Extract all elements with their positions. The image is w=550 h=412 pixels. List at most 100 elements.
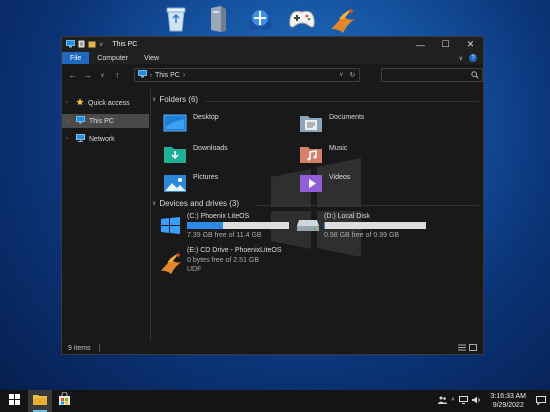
chevron-right-icon[interactable]: ›: [66, 136, 72, 142]
folder-label: Documents: [329, 114, 365, 121]
drive-free-space: 0 bytes free of 2.51 GB: [187, 257, 259, 264]
drive-filesystem: UDF: [187, 266, 202, 273]
folders-group-header[interactable]: ∨ Folders (6): [152, 95, 198, 104]
network-icon[interactable]: [244, 3, 275, 34]
address-separator[interactable]: ›: [150, 72, 152, 79]
people-icon[interactable]: [438, 396, 448, 406]
monitor-icon: [76, 116, 85, 126]
devices-heading: Devices and drives (3): [159, 199, 239, 208]
drive-d[interactable]: (D:) Local Disk 0.98 GB free of 0.99 GB: [296, 213, 436, 243]
group-divider: [206, 101, 479, 102]
sidebar-item-label: Quick access: [88, 99, 130, 107]
drive-e[interactable]: (E:) CD Drive - PhoenixLiteOS 0 bytes fr…: [159, 247, 319, 277]
drive-usage-bar: [324, 222, 426, 229]
window-title: This PC: [112, 41, 138, 48]
windows-drive-icon: [159, 215, 183, 239]
taskbar: ^ 3:16:33 AM 9/29/2022: [0, 390, 550, 412]
sidebar-item-quick-access[interactable]: › Quick access: [62, 96, 149, 110]
up-button[interactable]: ↑: [113, 70, 122, 80]
tab-computer[interactable]: Computer: [89, 52, 136, 64]
chevron-right-icon[interactable]: ›: [66, 118, 72, 124]
maximize-button[interactable]: ☐: [433, 37, 458, 52]
navigation-bar: ← → ∨ ↑ › This PC › ∨ ↻: [62, 64, 483, 86]
forward-button[interactable]: →: [83, 70, 92, 80]
star-icon: [76, 98, 84, 108]
documents-folder-icon: [299, 113, 323, 135]
title-bar[interactable]: ∨ This PC — ☐ ✕: [62, 37, 483, 52]
devices-group-header[interactable]: ∨ Devices and drives (3): [152, 199, 239, 208]
folder-label: Pictures: [193, 174, 219, 181]
help-icon[interactable]: ?: [469, 54, 477, 62]
drive-name: (C:) Phoenix LiteOS: [187, 213, 250, 220]
gamepad-icon[interactable]: [286, 3, 317, 34]
network-icon: [76, 134, 85, 144]
drive-name: (E:) CD Drive - PhoenixLiteOS: [187, 247, 282, 254]
back-button[interactable]: ←: [68, 70, 77, 80]
refresh-icon[interactable]: ↻: [349, 71, 355, 79]
system-tray: ^ 3:16:33 AM 9/29/2022: [438, 392, 550, 410]
folder-label: Desktop: [193, 114, 219, 121]
folder-desktop[interactable]: Desktop: [163, 113, 219, 135]
search-input[interactable]: [381, 68, 483, 82]
group-divider: [255, 205, 479, 206]
taskbar-file-explorer[interactable]: [28, 390, 52, 412]
store-bag-icon: [58, 391, 71, 410]
drive-c[interactable]: (C:) Phoenix LiteOS 7.39 GB free of 11.4…: [159, 213, 299, 243]
desktop-icons: [160, 3, 359, 34]
start-button[interactable]: [0, 390, 28, 412]
folder-pictures[interactable]: Pictures: [163, 173, 218, 195]
qa-dropdown-icon[interactable]: ∨: [99, 41, 103, 48]
downloads-folder-icon: [163, 144, 187, 166]
pictures-folder-icon: [163, 173, 187, 195]
status-separator: [98, 344, 100, 352]
folder-videos[interactable]: Videos: [299, 173, 350, 195]
phoenix-icon[interactable]: [328, 3, 359, 34]
file-explorer-icon: [33, 392, 47, 410]
sidebar-item-label: This PC: [89, 117, 114, 125]
action-center-icon[interactable]: [536, 395, 546, 407]
monitor-icon: [66, 39, 75, 50]
address-dropdown-icon[interactable]: ∨: [339, 71, 343, 79]
taskbar-store[interactable]: [52, 390, 76, 412]
music-folder-icon: [299, 144, 323, 166]
volume-icon[interactable]: [471, 396, 481, 406]
ribbon-expand-icon[interactable]: ∨: [459, 55, 463, 62]
folder-music[interactable]: Music: [299, 144, 347, 166]
drive-free-space: 0.98 GB free of 0.99 GB: [324, 232, 400, 239]
chevron-down-icon[interactable]: ∨: [152, 200, 156, 207]
network-status-icon[interactable]: [458, 396, 468, 406]
new-folder-icon[interactable]: [88, 40, 96, 50]
address-separator-2[interactable]: ›: [183, 72, 185, 79]
navigation-pane: › Quick access › This PC › Network: [62, 87, 149, 342]
drive-usage-bar: [187, 222, 289, 229]
recent-locations-button[interactable]: ∨: [98, 72, 107, 79]
chevron-up-icon[interactable]: ^: [451, 398, 454, 405]
content-pane: ∨ Folders (6) Desktop Documents Download…: [151, 87, 483, 342]
chevron-right-icon[interactable]: ›: [66, 100, 72, 106]
address-bar[interactable]: › This PC › ∨ ↻: [133, 68, 361, 82]
drive-name: (D:) Local Disk: [324, 213, 370, 220]
sidebar-item-network[interactable]: › Network: [62, 132, 149, 146]
search-icon: [471, 71, 479, 81]
minimize-button[interactable]: —: [408, 37, 433, 52]
videos-folder-icon: [299, 173, 323, 195]
folders-heading: Folders (6): [159, 95, 199, 104]
recycle-bin-icon[interactable]: [160, 3, 191, 34]
address-location[interactable]: This PC: [155, 72, 180, 79]
drive-free-space: 7.39 GB free of 11.4 GB: [187, 232, 262, 239]
files-icon[interactable]: [202, 3, 233, 34]
item-count: 9 items: [68, 344, 91, 352]
hard-drive-icon: [296, 217, 320, 235]
desktop-folder-icon: [163, 113, 187, 135]
tab-view[interactable]: View: [136, 52, 167, 64]
large-icons-view-icon[interactable]: [469, 343, 477, 353]
clock[interactable]: 3:16:33 AM 9/29/2022: [491, 392, 526, 410]
folder-documents[interactable]: Documents: [299, 113, 364, 135]
chevron-down-icon[interactable]: ∨: [152, 96, 156, 103]
details-view-icon[interactable]: [458, 344, 466, 353]
sidebar-item-this-pc[interactable]: › This PC: [62, 114, 149, 128]
tab-file[interactable]: File: [62, 52, 90, 64]
close-button[interactable]: ✕: [458, 37, 483, 52]
properties-icon[interactable]: [78, 40, 85, 50]
folder-downloads[interactable]: Downloads: [163, 144, 228, 166]
